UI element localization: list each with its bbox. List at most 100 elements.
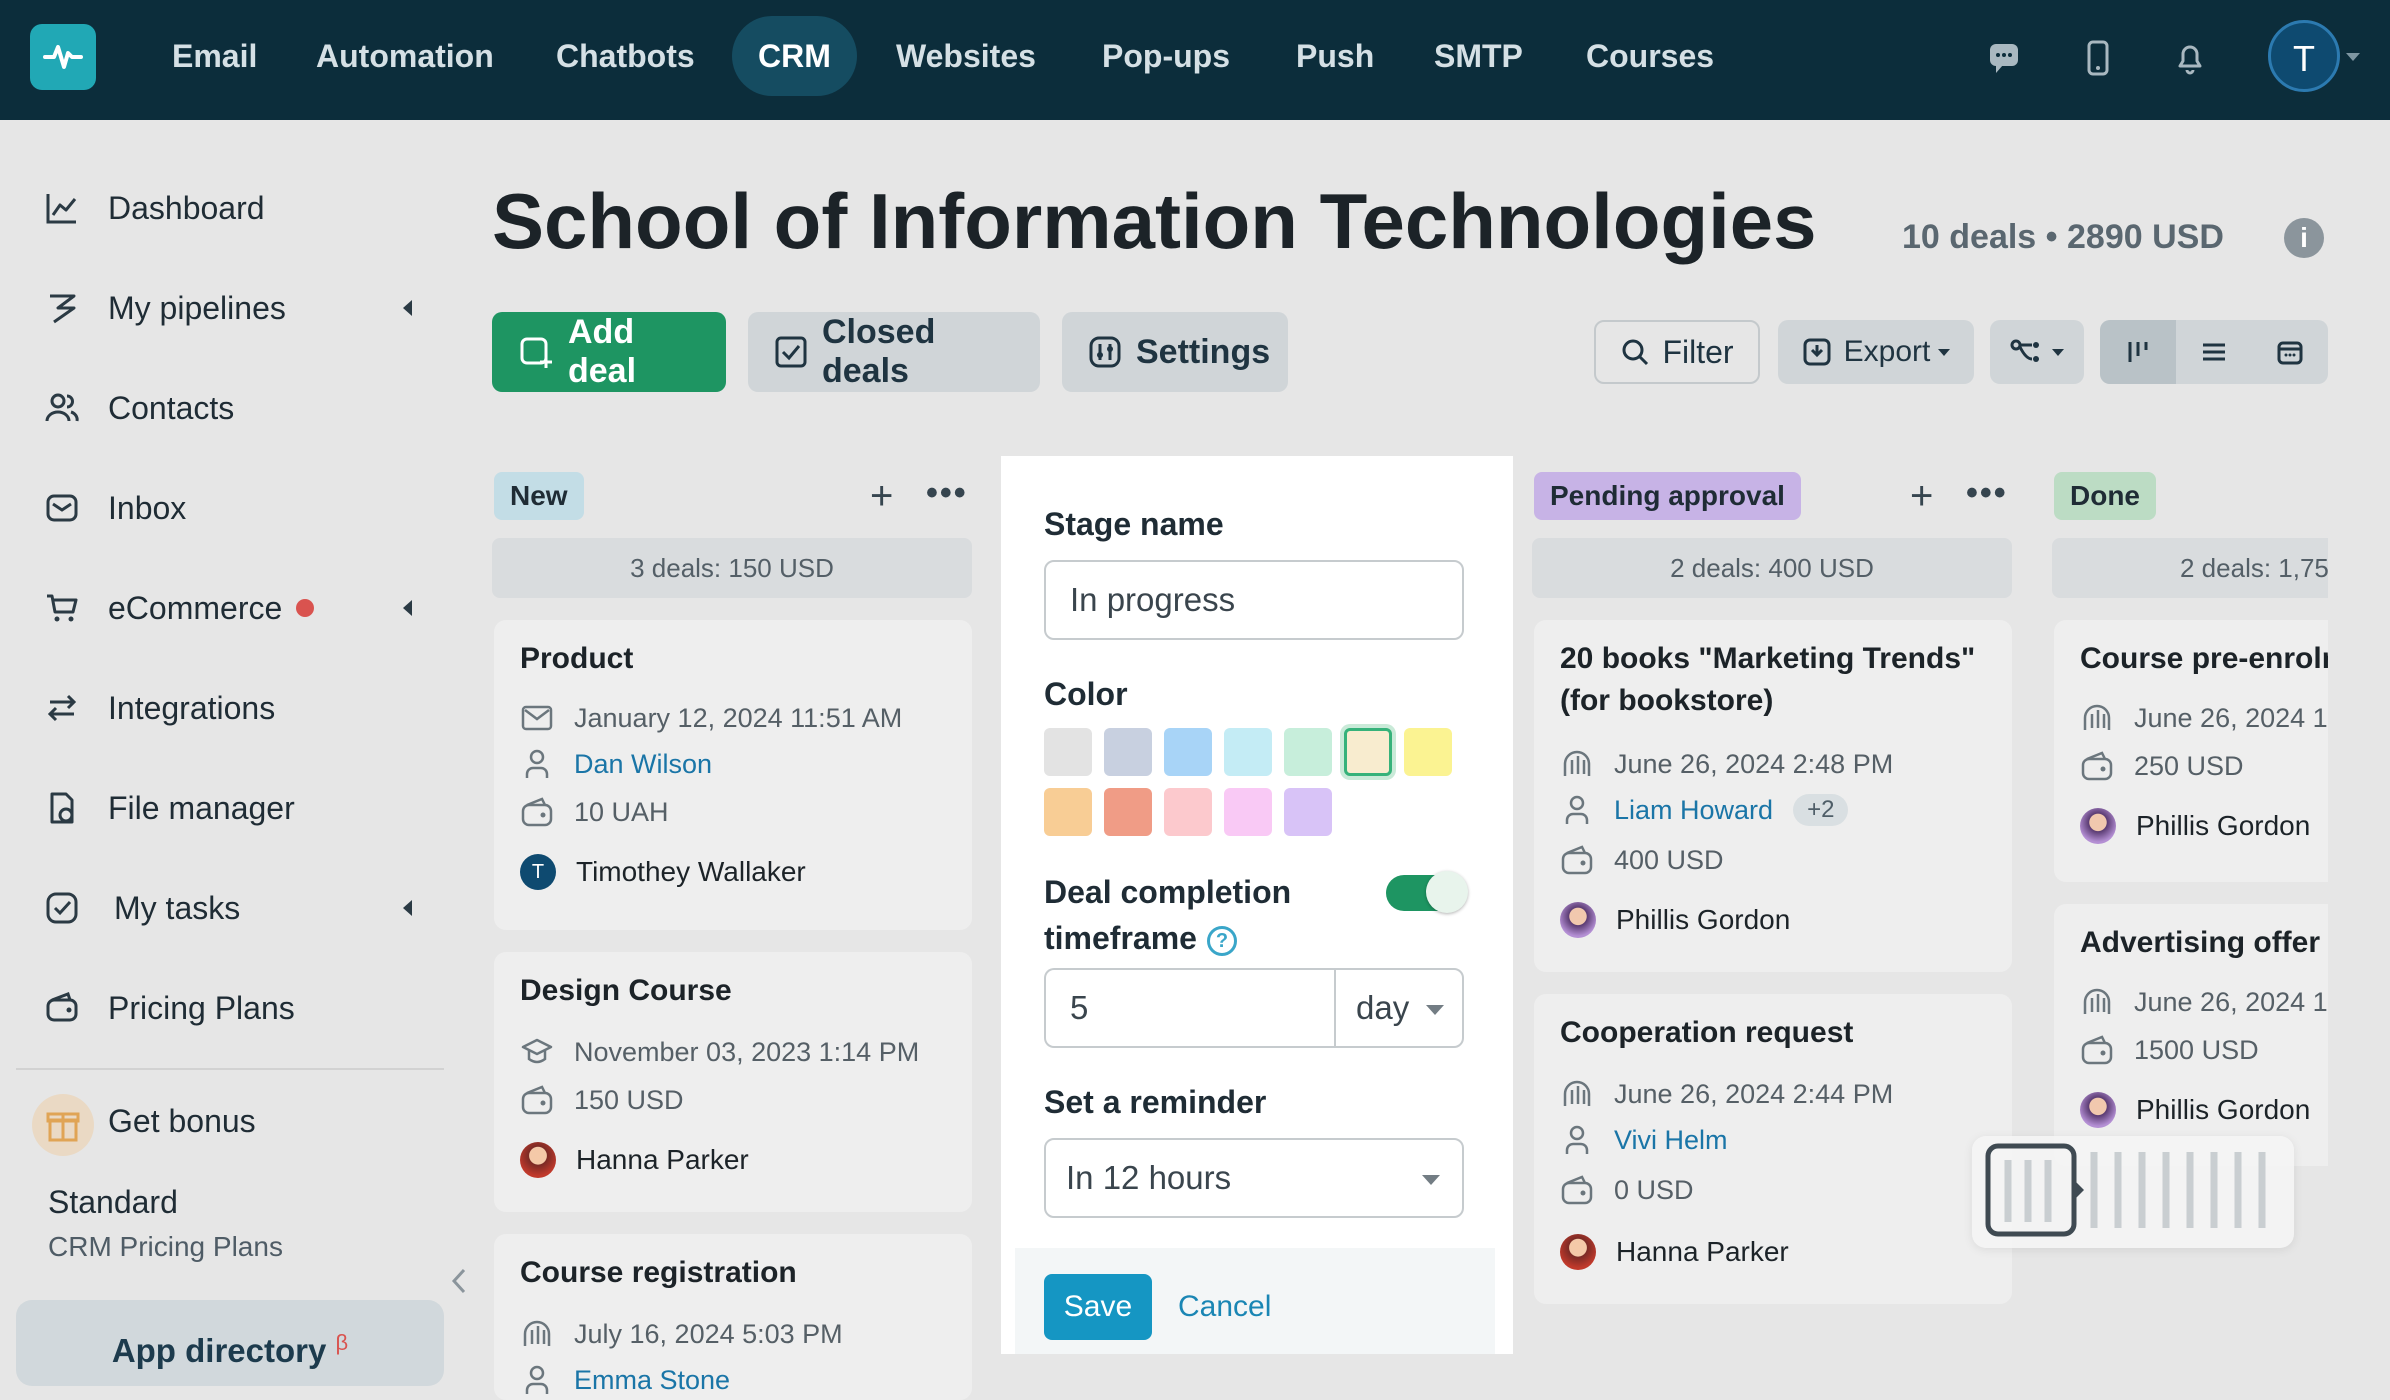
sidebar-item-inbox[interactable]: Inbox (40, 478, 420, 538)
deal-contact-row[interactable]: Dan Wilson (520, 744, 712, 784)
flow-icon (2010, 339, 2039, 362)
deal-contact-row[interactable]: Emma Stone (520, 1360, 730, 1400)
add-deal-button[interactable]: Add deal (492, 312, 726, 392)
deal-contact[interactable]: Dan Wilson (574, 749, 712, 780)
color-swatch[interactable] (1344, 728, 1392, 776)
timeframe-value-input[interactable]: 5 (1044, 968, 1334, 1048)
calendar-icon (2277, 341, 2303, 365)
calendar-view-button[interactable] (2252, 320, 2328, 384)
board-scroll-minimap[interactable] (1972, 1136, 2294, 1248)
sidebar-item-pricing-plans[interactable]: Pricing Plans (40, 978, 420, 1038)
closed-deals-button[interactable]: Closed deals (748, 312, 1040, 392)
sidebar-item-pipelines[interactable]: My pipelines (40, 278, 420, 338)
chat-icon[interactable] (1984, 38, 2024, 78)
deal-title: Advertising offer (2080, 926, 2321, 959)
export-icon (1803, 338, 1831, 366)
sidebar-item-file-manager[interactable]: File manager (40, 778, 420, 838)
deal-contact-row[interactable]: Vivi Helm (1560, 1120, 1728, 1160)
info-icon[interactable]: i (2284, 218, 2324, 258)
stage-menu-icon[interactable]: ••• (1966, 476, 2008, 510)
deal-card[interactable]: Course pre-enrolr June 26, 2024 12 250 U… (2054, 620, 2328, 882)
nav-push[interactable]: Push (1270, 16, 1400, 96)
sidebar-item-integrations[interactable]: Integrations (40, 678, 420, 738)
nav-courses[interactable]: Courses (1560, 16, 1740, 96)
user-avatar[interactable]: T (2268, 20, 2340, 92)
app-logo[interactable] (30, 24, 96, 90)
nav-chatbots[interactable]: Chatbots (530, 16, 721, 96)
save-button[interactable]: Save (1044, 1274, 1152, 1340)
help-icon[interactable]: ? (1206, 925, 1237, 956)
stage-tag-done[interactable]: Done (2054, 472, 2156, 520)
chevron-down-icon (1426, 1005, 1444, 1015)
app-directory-button[interactable]: App directory β (16, 1300, 444, 1386)
deal-contact[interactable]: Liam Howard (1614, 795, 1773, 826)
stage-tag-new[interactable]: New (494, 472, 584, 520)
deal-card[interactable]: Advertising offer June 26, 2024 12 1500 … (2054, 904, 2328, 1166)
mobile-icon[interactable] (2078, 38, 2118, 78)
stage-name-input[interactable]: In progress (1044, 560, 1464, 640)
gift-icon[interactable] (32, 1094, 94, 1156)
deal-contact[interactable]: Vivi Helm (1614, 1125, 1728, 1156)
arrows-swap-icon (40, 686, 84, 730)
add-deal-to-stage-icon[interactable]: + (870, 476, 893, 516)
deal-card[interactable]: Cooperation request June 26, 2024 2:44 P… (1534, 994, 2012, 1304)
plan-subtitle[interactable]: CRM Pricing Plans (48, 1231, 283, 1263)
deal-card[interactable]: Design Course November 03, 2023 1:14 PM … (494, 952, 972, 1212)
pipeline-step-icon (2080, 985, 2114, 1019)
bell-icon[interactable] (2170, 38, 2210, 78)
sidebar-item-label: Inbox (108, 489, 187, 526)
list-view-button[interactable] (2176, 320, 2252, 384)
timeframe-toggle[interactable] (1386, 871, 1468, 913)
timeframe-unit-select[interactable]: day (1334, 968, 1464, 1048)
sidebar-item-tasks[interactable]: My tasks (40, 878, 420, 938)
more-contacts-badge[interactable]: +2 (1793, 794, 1849, 826)
stage-tag-pending-approval[interactable]: Pending approval (1534, 472, 1801, 520)
caret-left-icon[interactable] (403, 900, 412, 916)
nav-popups[interactable]: Pop-ups (1076, 16, 1256, 96)
nav-email[interactable]: Email (146, 16, 283, 96)
get-bonus-link[interactable]: Get bonus (108, 1103, 256, 1140)
nav-crm[interactable]: CRM (732, 16, 857, 96)
collapse-sidebar-icon[interactable] (448, 1266, 470, 1296)
sidebar-item-dashboard[interactable]: Dashboard (40, 178, 420, 238)
color-swatch[interactable] (1104, 728, 1152, 776)
deal-amount-row: 250 USD (2080, 746, 2244, 786)
deal-date-row: June 26, 2024 2:48 PM (1560, 744, 1893, 784)
deal-card[interactable]: 20 books "Marketing Trends" (for booksto… (1534, 620, 2012, 972)
deal-contact-row[interactable]: Liam Howard +2 (1560, 790, 1849, 830)
nav-automation[interactable]: Automation (290, 16, 520, 96)
deal-title: Course pre-enrolr (2080, 642, 2328, 675)
color-swatch[interactable] (1104, 788, 1152, 836)
deal-contact[interactable]: Emma Stone (574, 1365, 730, 1396)
reminder-select[interactable]: In 12 hours (1044, 1138, 1464, 1218)
filter-button[interactable]: Filter (1594, 320, 1760, 384)
deal-card[interactable]: Product January 12, 2024 11:51 AM Dan Wi… (494, 620, 972, 930)
color-swatch[interactable] (1044, 788, 1092, 836)
export-button[interactable]: Export (1778, 320, 1974, 384)
chevron-down-icon[interactable] (2346, 53, 2360, 61)
cancel-button[interactable]: Cancel (1178, 1290, 1271, 1324)
chart-line-icon (40, 186, 84, 230)
color-swatch[interactable] (1044, 728, 1092, 776)
color-swatch[interactable] (1224, 788, 1272, 836)
stage-menu-icon[interactable]: ••• (926, 476, 968, 510)
color-swatch[interactable] (1164, 788, 1212, 836)
color-swatch[interactable] (1224, 728, 1272, 776)
kanban-view-button[interactable] (2100, 320, 2176, 384)
settings-button[interactable]: Settings (1062, 312, 1288, 392)
nav-websites[interactable]: Websites (870, 16, 1062, 96)
sidebar-item-contacts[interactable]: Contacts (40, 378, 420, 438)
deal-card[interactable]: Course registration July 16, 2024 5:03 P… (494, 1234, 972, 1400)
sidebar-item-ecommerce[interactable]: eCommerce (40, 578, 420, 638)
deal-owner-row: Hanna Parker (1560, 1232, 1789, 1272)
nav-smtp[interactable]: SMTP (1408, 16, 1549, 96)
beta-badge: β (335, 1330, 349, 1355)
caret-left-icon[interactable] (403, 300, 412, 316)
color-swatch[interactable] (1284, 788, 1332, 836)
color-swatch[interactable] (1404, 728, 1452, 776)
caret-left-icon[interactable] (403, 600, 412, 616)
color-swatch[interactable] (1284, 728, 1332, 776)
add-deal-to-stage-icon[interactable]: + (1910, 476, 1933, 516)
automation-flow-button[interactable] (1990, 320, 2084, 384)
color-swatch[interactable] (1164, 728, 1212, 776)
